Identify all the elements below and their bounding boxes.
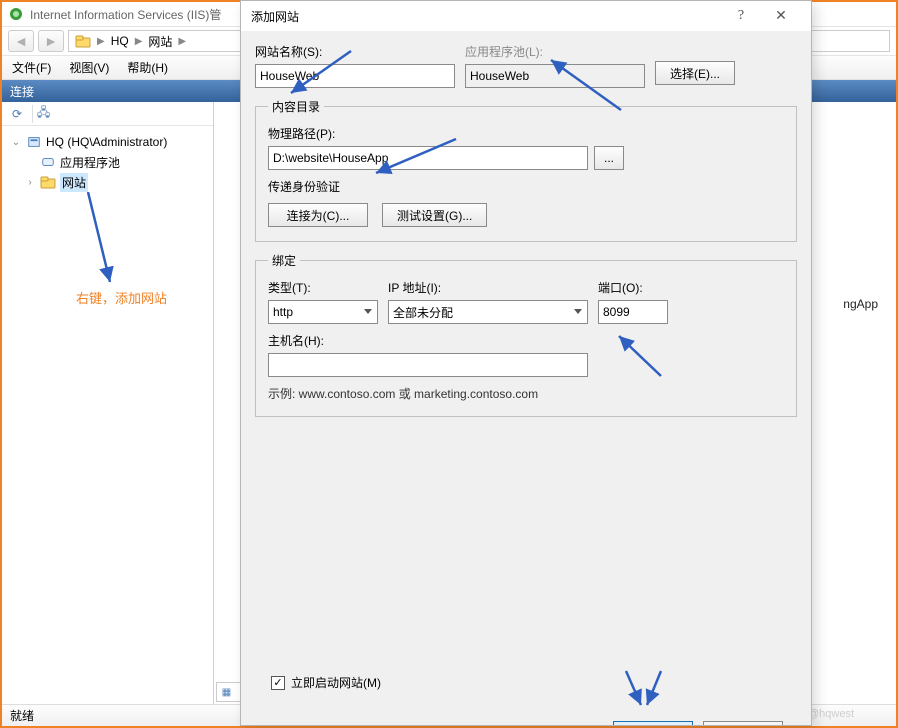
arrow-left-icon: ◄ xyxy=(14,33,28,49)
hostname-input[interactable] xyxy=(268,353,588,377)
caret-down-icon: ⌄ xyxy=(10,137,22,148)
binding-type-select[interactable] xyxy=(268,300,378,324)
apppool-input xyxy=(465,64,645,88)
hostname-label: 主机名(H): xyxy=(268,332,784,349)
iis-window-title: Internet Information Services (IIS)管 xyxy=(30,6,221,23)
menu-file[interactable]: 文件(F) xyxy=(12,59,51,76)
binding-ip-label: IP 地址(I): xyxy=(388,279,588,296)
content-clipped-text: ngApp xyxy=(843,297,878,311)
site-name-label: 网站名称(S): xyxy=(255,43,455,60)
apppool-icon xyxy=(40,154,56,170)
dialog-help-button[interactable]: ? xyxy=(721,2,761,30)
test-settings-button[interactable]: 测试设置(G)... xyxy=(382,203,487,227)
chevron-right-icon: ▶ xyxy=(178,36,186,47)
chevron-right-icon: ▶ xyxy=(97,36,105,47)
connections-tree: ⌄ HQ (HQ\Administrator) 应用程序池 › xyxy=(2,126,213,198)
select-apppool-button[interactable]: 选择(E)... xyxy=(655,61,735,85)
dialog-close-button[interactable]: ✕ xyxy=(761,2,801,30)
nav-forward-button[interactable]: ► xyxy=(38,30,64,52)
arrow-right-icon: ► xyxy=(44,33,58,49)
hostname-example: 示例: www.contoso.com 或 marketing.contoso.… xyxy=(268,385,784,402)
tree-toolbar: ⟳ 🖧 xyxy=(2,102,213,126)
binding-ip-select[interactable] xyxy=(388,300,588,324)
tree-refresh-icon[interactable]: ⟳ xyxy=(8,105,26,123)
tree-node-server-label: HQ (HQ\Administrator) xyxy=(46,135,167,149)
nav-back-button[interactable]: ◄ xyxy=(8,30,34,52)
sites-folder-icon xyxy=(40,174,56,190)
tree-node-server[interactable]: ⌄ HQ (HQ\Administrator) xyxy=(6,132,209,152)
tree-node-apppools-label: 应用程序池 xyxy=(60,154,120,171)
binding-type-label: 类型(T): xyxy=(268,279,378,296)
apppool-label: 应用程序池(L): xyxy=(465,43,645,60)
breadcrumb-root: HQ xyxy=(111,34,129,48)
annotation-arrow-icon xyxy=(621,671,671,711)
binding-port-label: 端口(O): xyxy=(598,279,668,296)
dialog-titlebar: 添加网站 ? ✕ xyxy=(241,1,811,31)
add-website-dialog: 添加网站 ? ✕ 网站名称(S): 应用程序池(L): 选择(E)... 内容目… xyxy=(240,0,812,726)
iis-logo-icon xyxy=(8,6,24,22)
caret-right-icon: › xyxy=(24,177,36,188)
connect-as-button[interactable]: 连接为(C)... xyxy=(268,203,368,227)
connections-tree-panel: ⟳ 🖧 ⌄ HQ (HQ\Administrator) 应用程序池 xyxy=(2,102,214,704)
server-icon xyxy=(26,134,42,150)
binding-port-input[interactable] xyxy=(598,300,668,324)
breadcrumb-node: 网站 xyxy=(148,33,172,50)
menu-view[interactable]: 视图(V) xyxy=(69,59,109,76)
content-directory-group: 内容目录 物理路径(P): ... 传递身份验证 连接为(C)... 测试设置(… xyxy=(255,98,797,242)
chevron-right-icon: ▶ xyxy=(135,36,143,47)
folder-icon xyxy=(75,33,91,49)
features-view-icon: ▦ xyxy=(222,687,231,698)
start-immediately-label: 立即启动网站(M) xyxy=(291,674,381,691)
browse-path-button[interactable]: ... xyxy=(594,146,624,170)
passthrough-auth-label: 传递身份验证 xyxy=(268,178,784,195)
status-text: 就绪 xyxy=(10,707,34,724)
dialog-title: 添加网站 xyxy=(251,8,299,25)
annotation-note: 右键，添加网站 xyxy=(76,288,167,307)
start-immediately-checkbox[interactable]: ✓ xyxy=(271,676,285,690)
binding-group: 绑定 类型(T): IP 地址(I): 端口(O): xyxy=(255,252,797,417)
menu-help[interactable]: 帮助(H) xyxy=(127,59,168,76)
cancel-button[interactable] xyxy=(703,721,783,725)
binding-legend: 绑定 xyxy=(268,252,300,269)
tree-node-apppools[interactable]: 应用程序池 xyxy=(6,152,209,172)
content-directory-legend: 内容目录 xyxy=(268,98,324,115)
ok-button[interactable] xyxy=(613,721,693,725)
tree-node-sites[interactable]: › 网站 xyxy=(6,172,209,192)
site-name-input[interactable] xyxy=(255,64,455,88)
phys-path-label: 物理路径(P): xyxy=(268,125,784,142)
start-immediately-row[interactable]: ✓ 立即启动网站(M) xyxy=(271,674,381,691)
phys-path-input[interactable] xyxy=(268,146,588,170)
tree-connect-icon[interactable]: 🖧 xyxy=(32,105,50,123)
tree-node-sites-label: 网站 xyxy=(60,173,88,192)
